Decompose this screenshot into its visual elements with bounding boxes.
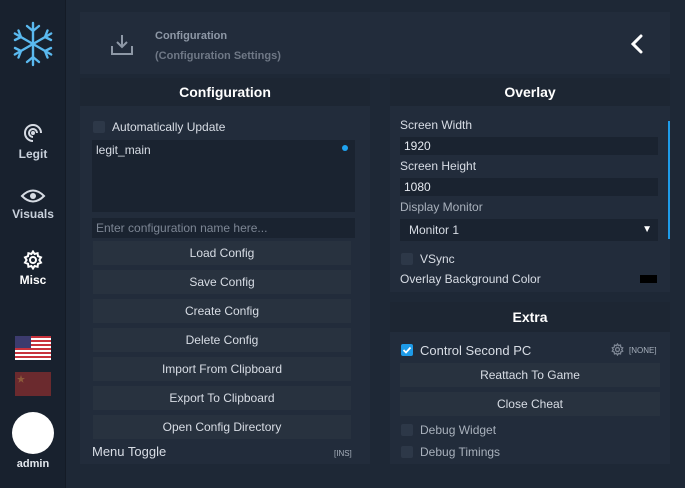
vsync-checkbox[interactable]	[401, 253, 413, 265]
screen-width-label: Screen Width	[400, 118, 473, 132]
load-config-button[interactable]: Load Config	[93, 241, 351, 265]
screen-height-label: Screen Height	[400, 159, 477, 173]
delete-config-button[interactable]: Delete Config	[93, 328, 351, 352]
bg-color-swatch[interactable]	[640, 275, 657, 283]
snowflake-icon	[13, 21, 53, 67]
control-second-pc-keybind[interactable]: [NONE]	[629, 346, 657, 355]
display-monitor-value: Monitor 1	[409, 223, 460, 237]
checkmark-icon	[402, 346, 412, 354]
overlay-scrollbar[interactable]	[668, 121, 670, 239]
control-second-pc-label: Control Second PC	[420, 343, 532, 358]
eye-icon	[20, 189, 46, 203]
auto-update-label: Automatically Update	[112, 120, 226, 134]
screen-width-input[interactable]: 1920	[400, 137, 658, 155]
screen-height-input[interactable]: 1080	[400, 178, 658, 196]
sidebar-item-legit[interactable]: Legit	[0, 124, 66, 161]
gear-icon[interactable]	[611, 343, 624, 356]
reattach-to-game-button[interactable]: Reattach To Game	[400, 363, 660, 387]
username: admin	[16, 458, 50, 470]
bg-color-label: Overlay Background Color	[400, 272, 541, 286]
vsync-label: VSync	[420, 252, 455, 266]
dropdown-arrow-icon: ▼	[642, 224, 652, 235]
create-config-button[interactable]: Create Config	[93, 299, 351, 323]
cn-flag-icon[interactable]	[15, 372, 51, 396]
list-item[interactable]: legit_main	[96, 143, 151, 157]
import-clipboard-button[interactable]: Import From Clipboard	[93, 357, 351, 381]
close-cheat-button[interactable]: Close Cheat	[400, 392, 660, 416]
export-clipboard-button[interactable]: Export To Clipboard	[93, 386, 351, 410]
control-second-pc-checkbox[interactable]	[401, 344, 413, 356]
chevron-left-icon[interactable]	[630, 34, 644, 54]
panel-title: Configuration	[80, 78, 370, 106]
debug-widget-label: Debug Widget	[420, 423, 497, 437]
page-subtitle: (Configuration Settings)	[155, 50, 281, 62]
sidebar-item-label: Misc	[19, 273, 47, 287]
config-list[interactable]: legit_main	[92, 140, 355, 212]
page-header: Configuration (Configuration Settings)	[80, 12, 670, 74]
sidebar: Legit Visuals Misc admin	[0, 0, 66, 488]
debug-timings-label: Debug Timings	[420, 445, 501, 459]
target-rings-icon	[24, 124, 42, 142]
sidebar-item-visuals[interactable]: Visuals	[0, 188, 66, 221]
display-monitor-label: Display Monitor	[400, 200, 483, 214]
save-config-button[interactable]: Save Config	[93, 270, 351, 294]
sidebar-item-label: Legit	[18, 147, 48, 161]
open-config-directory-button[interactable]: Open Config Directory	[93, 415, 351, 439]
debug-timings-checkbox[interactable]	[401, 446, 413, 458]
debug-widget-checkbox[interactable]	[401, 424, 413, 436]
config-name-input[interactable]	[92, 218, 355, 238]
gear-icon	[23, 250, 43, 270]
panel-title: Overlay	[390, 78, 670, 106]
avatar[interactable]	[12, 412, 54, 454]
auto-update-checkbox[interactable]	[93, 121, 105, 133]
panel-title: Extra	[390, 302, 670, 332]
download-icon	[111, 35, 133, 55]
sidebar-item-misc[interactable]: Misc	[0, 250, 66, 287]
us-flag-icon[interactable]	[15, 336, 51, 360]
sidebar-item-label: Visuals	[12, 207, 54, 221]
page-title: Configuration	[155, 30, 228, 42]
display-monitor-select[interactable]: Monitor 1 ▼	[400, 219, 658, 241]
selected-indicator	[342, 145, 348, 151]
menu-toggle-keybind[interactable]: [INS]	[334, 449, 352, 458]
menu-toggle-label: Menu Toggle	[92, 444, 167, 459]
